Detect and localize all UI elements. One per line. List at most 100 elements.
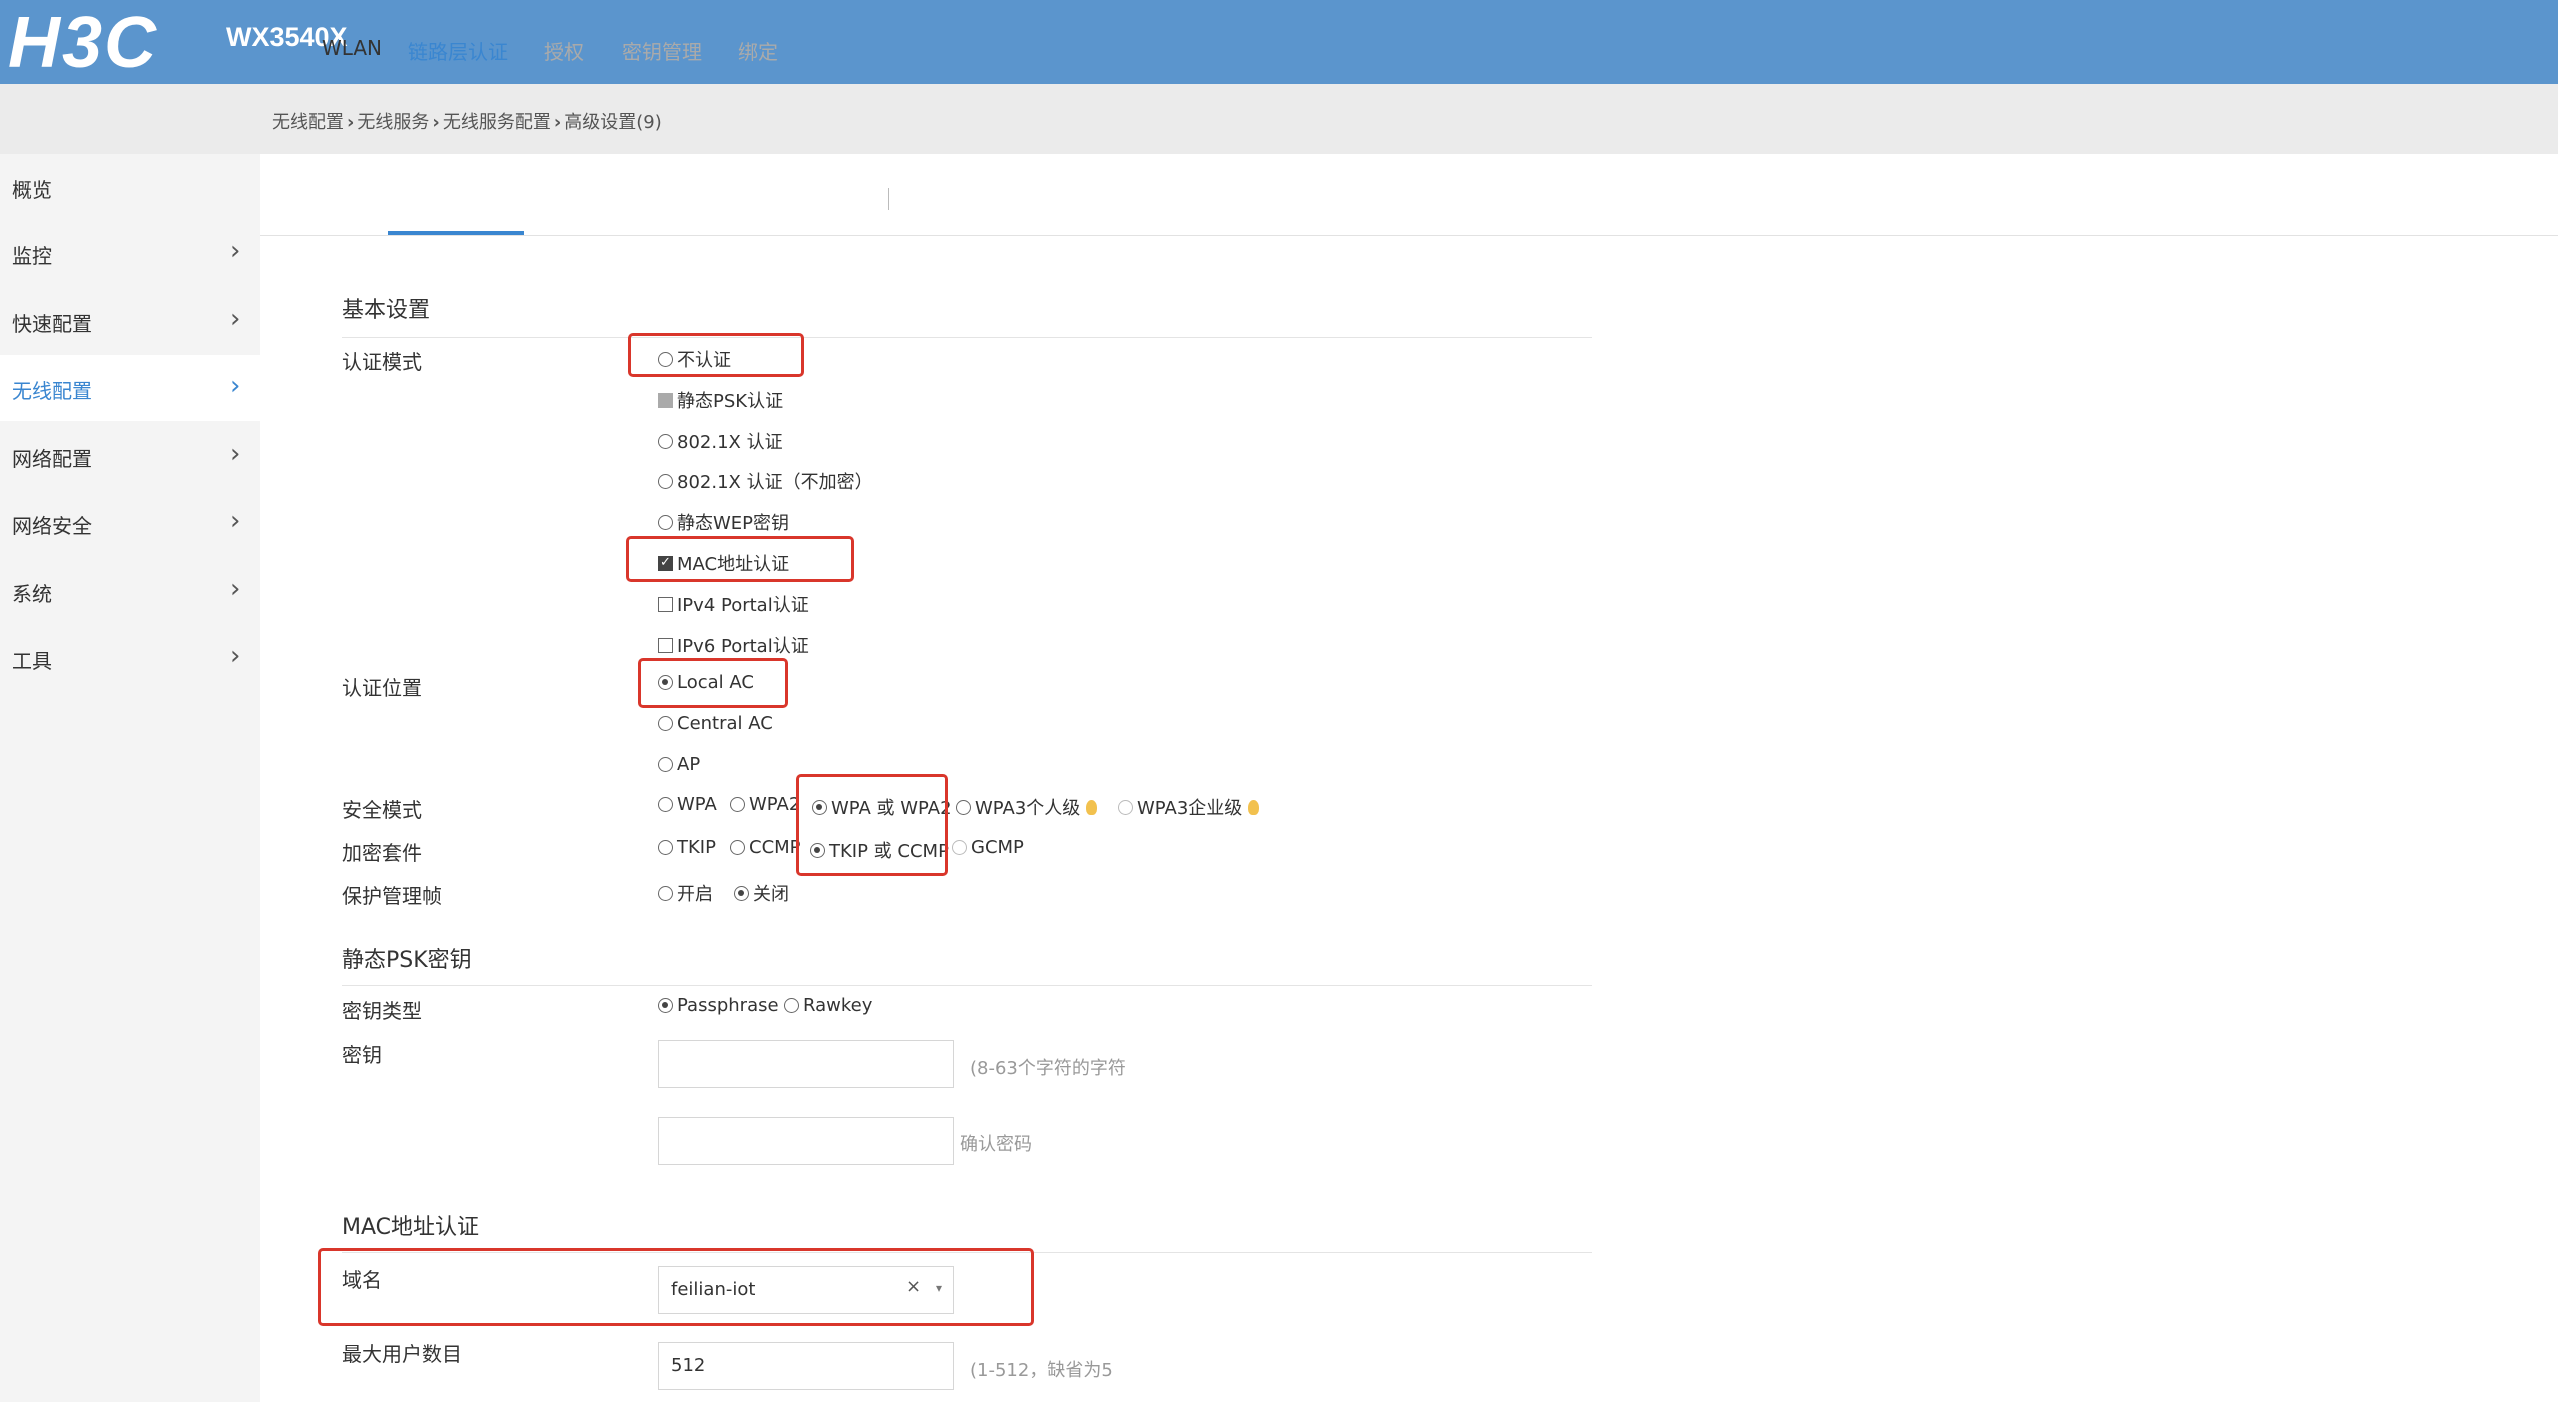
chevron-right-icon: › [230,641,241,671]
breadcrumb-item[interactable]: 无线配置 [272,112,344,133]
highlight-box [318,1248,1034,1326]
sidebar-item-system[interactable]: 系统 › [0,558,260,624]
auth-mode-8021x-radio[interactable]: 802.1X 认证 [658,428,783,454]
radio-icon [658,392,673,408]
max-users-value: 512 [671,1355,706,1376]
option-label: WPA2 [749,794,801,815]
sidebar-item-label: 网络安全 [12,514,92,538]
ipv4-portal-checkbox[interactable]: IPv4 Portal认证 [658,591,809,617]
section-title-psk: 静态PSK密钥 [342,948,472,973]
radio-icon [956,799,971,815]
max-users-input[interactable]: 512 [658,1342,954,1390]
sidebar-item-label: 概览 [12,178,52,202]
auth-mode-8021x-noencrypt-radio[interactable]: 802.1X 认证（不加密） [658,468,873,494]
sidebar-item-network-security[interactable]: 网络安全 › [0,490,260,556]
breadcrumb-item[interactable]: 无线服务配置 [443,112,551,133]
cipher-gcmp-radio[interactable]: GCMP [952,837,1024,858]
radio-icon [658,433,673,449]
sidebar-item-tools[interactable]: 工具 › [0,625,260,691]
key-input[interactable] [658,1040,954,1088]
section-divider [342,337,1592,338]
option-label: WPA [677,794,717,815]
chevron-right-icon: › [230,439,241,469]
lightbulb-icon[interactable] [1248,799,1260,815]
breadcrumb-item[interactable]: 无线服务 [357,112,429,133]
radio-icon [658,757,673,772]
tab-key-management[interactable]: 密钥管理 [622,36,702,65]
active-tab-indicator [388,231,524,235]
option-label: IPv4 Portal认证 [677,595,809,616]
h3c-logo: H3C [8,3,159,83]
sidebar-item-monitor[interactable]: 监控 › [0,220,260,286]
auth-mode-psk-radio[interactable]: 静态PSK认证 [658,387,783,413]
max-users-label: 最大用户数目 [342,1342,462,1366]
tab-wlan[interactable]: WLAN [322,36,382,60]
checkbox-icon [658,596,673,612]
option-label: Central AC [677,713,773,734]
confirm-key-input[interactable] [658,1117,954,1165]
radio-icon [952,840,967,855]
sidebar-item-label: 工具 [12,649,52,673]
security-wpa3-enterprise-radio[interactable]: WPA3企业级 [1118,794,1260,820]
section-title-basic: 基本设置 [342,298,431,323]
cipher-suite-label: 加密套件 [342,841,422,865]
section-title-mac-auth: MAC地址认证 [342,1215,480,1240]
auth-position-label: 认证位置 [342,676,422,700]
chevron-right-icon: › [230,236,241,266]
sidebar-item-label: 系统 [12,582,52,606]
highlight-box [638,658,788,708]
cipher-ccmp-radio[interactable]: CCMP [730,837,801,858]
confirm-key-hint: 确认密码 [960,1134,1032,1155]
breadcrumb-item: 高级设置(9) [564,112,662,133]
radio-icon [658,797,673,812]
sidebar-item-overview[interactable]: 概览 [0,154,260,220]
option-label: 关闭 [753,884,789,905]
security-wpa2-radio[interactable]: WPA2 [730,794,800,815]
lightbulb-icon[interactable] [1086,799,1098,815]
main-panel [260,154,2558,1402]
section-divider [342,985,1592,986]
security-wpa-radio[interactable]: WPA [658,794,717,815]
key-type-label: 密钥类型 [342,999,422,1023]
sidebar-item-network-config[interactable]: 网络配置 › [0,423,260,489]
tab-link-auth[interactable]: 链路层认证 [408,36,508,65]
sidebar-item-quick-config[interactable]: 快速配置 › [0,288,260,354]
radio-icon [658,840,673,855]
auth-mode-label: 认证模式 [342,350,422,374]
radio-icon [658,885,673,901]
tab-divider [888,188,889,210]
radio-icon [784,998,799,1013]
sidebar-item-wireless-config[interactable]: 无线配置 › [0,355,260,421]
sidebar-item-label: 网络配置 [12,447,92,471]
checkbox-icon [658,637,673,653]
key-type-rawkey-radio[interactable]: Rawkey [784,995,872,1016]
option-label: 静态WEP密钥 [677,513,790,534]
key-type-passphrase-radio[interactable]: Passphrase [658,995,779,1016]
highlight-box [628,333,804,377]
auth-position-central-ac-radio[interactable]: Central AC [658,713,773,734]
option-label: Passphrase [677,995,779,1016]
chevron-right-icon: › [230,304,241,334]
ipv6-portal-checkbox[interactable]: IPv6 Portal认证 [658,632,809,658]
tab-authorization[interactable]: 授权 [544,36,584,65]
tab-binding[interactable]: 绑定 [738,36,778,65]
top-header: H3C WX3540X [0,0,2558,84]
max-users-hint: (1-512，缺省为5 [970,1360,1113,1381]
chevron-right-icon: › [230,574,241,604]
pmf-off-radio[interactable]: 关闭 [734,880,789,906]
key-label: 密钥 [342,1043,382,1067]
option-label: IPv6 Portal认证 [677,636,809,657]
auth-position-ap-radio[interactable]: AP [658,754,700,775]
tab-bar [260,154,2558,236]
option-label: WPA3个人级 [975,798,1081,819]
chevron-right-icon: › [230,371,241,401]
radio-icon [1118,799,1133,815]
radio-icon [658,514,673,530]
security-wpa3-personal-radio[interactable]: WPA3个人级 [956,794,1098,820]
auth-mode-wep-radio[interactable]: 静态WEP密钥 [658,509,789,535]
radio-checked-icon [734,885,749,901]
option-label: WPA3企业级 [1137,798,1243,819]
pmf-on-radio[interactable]: 开启 [658,880,713,906]
cipher-tkip-radio[interactable]: TKIP [658,837,716,858]
option-label: 802.1X 认证（不加密） [677,472,873,493]
